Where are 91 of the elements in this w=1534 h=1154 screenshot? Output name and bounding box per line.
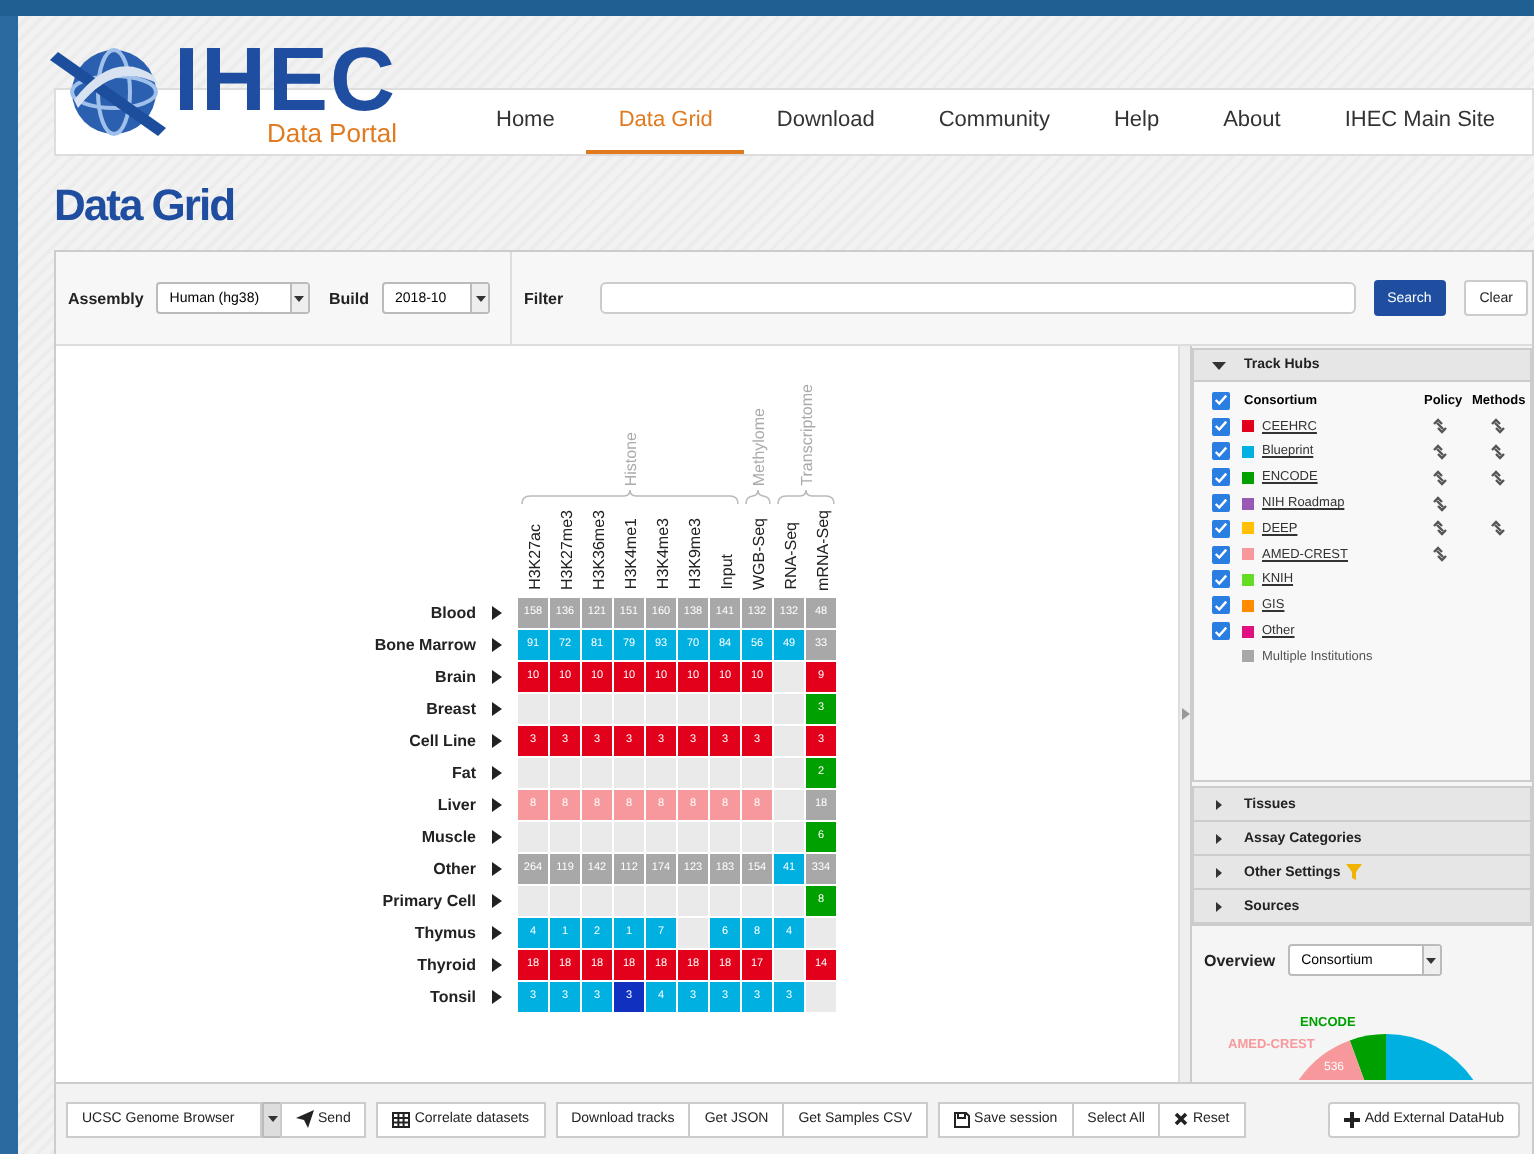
column-header[interactable]: WGB-Seq <box>749 517 767 590</box>
nav-tab[interactable]: Community <box>906 90 1082 154</box>
group-brace <box>776 490 836 506</box>
expand-arrow-icon[interactable] <box>492 765 502 779</box>
page-title: Data Grid <box>54 184 237 234</box>
caret-icon[interactable] <box>475 295 485 301</box>
checkbox[interactable] <box>1212 545 1230 564</box>
tissue-label[interactable]: Thymus <box>176 923 476 941</box>
dropdown-toggle[interactable] <box>262 1101 282 1137</box>
column-header[interactable]: Input <box>717 554 735 590</box>
group-brace <box>744 490 772 506</box>
link-icon[interactable] <box>1490 443 1506 460</box>
column-header[interactable]: H3K4me3 <box>653 518 671 590</box>
expand-arrow-icon[interactable] <box>492 989 502 1003</box>
nav-tab[interactable]: Help <box>1081 90 1192 154</box>
link-icon[interactable] <box>1432 443 1448 460</box>
tissue-label[interactable]: Thyroid <box>176 955 476 973</box>
expand-arrow-icon[interactable] <box>492 893 502 907</box>
tissue-label[interactable]: Fat <box>176 763 476 781</box>
tissue-label[interactable]: Brain <box>176 667 476 685</box>
filter-label: Filter <box>524 289 564 307</box>
checkbox[interactable] <box>1212 494 1230 513</box>
link-icon[interactable] <box>1432 469 1448 486</box>
assay-group-label: Transcriptome <box>797 384 815 486</box>
tissue-label[interactable]: Cell Line <box>176 731 476 749</box>
caret-icon[interactable] <box>1426 957 1437 963</box>
assay-group-label: Histone <box>621 431 639 486</box>
link-icon[interactable] <box>1432 418 1448 435</box>
paper-plane-icon <box>296 1110 314 1128</box>
checkbox[interactable] <box>1212 519 1230 538</box>
tissue-label[interactable]: Bone Marrow <box>176 635 476 653</box>
tissue-label[interactable]: Blood <box>176 603 476 621</box>
build-label: Build <box>329 289 370 307</box>
logo-subtitle: Data Portal <box>266 120 398 148</box>
expand-arrow-icon[interactable] <box>492 637 502 651</box>
close-icon <box>1174 1112 1189 1126</box>
tissue-label[interactable]: Primary Cell <box>176 891 476 909</box>
column-header[interactable]: RNA-Seq <box>781 522 799 590</box>
checkbox[interactable] <box>1212 570 1230 589</box>
tissue-label[interactable]: Liver <box>176 795 476 813</box>
nav-tab[interactable]: About <box>1191 90 1313 154</box>
overview-label: Overview <box>1204 951 1276 969</box>
tissue-label[interactable]: Muscle <box>176 827 476 845</box>
filter-field[interactable] <box>599 282 1356 314</box>
column-header[interactable]: H3K27ac <box>525 524 543 590</box>
column-header[interactable]: mRNA-Seq <box>813 509 831 590</box>
tissue-label[interactable]: Tonsil <box>176 987 476 1005</box>
assembly-label: Assembly <box>68 289 144 307</box>
nav-tab[interactable]: IHEC Main Site <box>1312 90 1528 154</box>
column-header[interactable]: H3K4me1 <box>621 518 639 590</box>
expand-arrow-icon[interactable] <box>492 829 502 843</box>
expand-arrow-icon[interactable] <box>492 925 502 939</box>
column-header[interactable]: H3K9me3 <box>685 518 703 590</box>
column-header[interactable]: H3K27me3 <box>557 509 575 590</box>
expand-arrow-icon[interactable] <box>492 861 502 875</box>
table-icon <box>392 1111 411 1127</box>
checkbox[interactable] <box>1212 596 1230 615</box>
caret-icon[interactable] <box>267 1116 277 1122</box>
checkbox[interactable] <box>1212 468 1230 487</box>
link-icon[interactable] <box>1432 546 1448 563</box>
caret-icon[interactable] <box>1212 899 1226 913</box>
column-header[interactable]: H3K36me3 <box>589 509 607 590</box>
filter-icon <box>1346 864 1363 880</box>
caret-icon[interactable] <box>294 295 305 301</box>
expand-arrow-icon[interactable] <box>492 733 502 747</box>
checkbox[interactable] <box>1212 442 1230 461</box>
nav-tab[interactable]: Data Grid <box>586 90 745 154</box>
caret-icon[interactable] <box>1212 797 1226 811</box>
checkbox[interactable] <box>1212 391 1230 410</box>
expand-arrow-icon[interactable] <box>492 797 502 811</box>
link-icon[interactable] <box>1490 418 1506 435</box>
plus-icon <box>1344 1111 1361 1127</box>
tissue-label[interactable]: Breast <box>176 699 476 717</box>
expand-arrow-icon[interactable] <box>492 605 502 619</box>
nav-tab[interactable]: Home <box>464 90 587 154</box>
nav-tab[interactable]: Download <box>744 90 907 154</box>
expand-arrow-icon[interactable] <box>492 957 502 971</box>
caret-icon[interactable] <box>1212 358 1226 372</box>
checkbox[interactable] <box>1212 622 1230 641</box>
caret-icon[interactable] <box>1212 831 1226 845</box>
link-icon[interactable] <box>1490 469 1506 486</box>
link-icon[interactable] <box>1490 520 1506 537</box>
logo-title: IHEC <box>174 40 398 120</box>
tissue-label[interactable]: Other <box>176 859 476 877</box>
caret-icon[interactable] <box>1212 865 1226 879</box>
link-icon[interactable] <box>1432 520 1448 537</box>
link-icon[interactable] <box>1432 495 1448 512</box>
checkbox[interactable] <box>1212 417 1230 436</box>
expand-arrow-icon[interactable] <box>492 701 502 715</box>
assay-group-label: Methylome <box>749 407 767 486</box>
expand-arrow-icon[interactable] <box>492 669 502 683</box>
